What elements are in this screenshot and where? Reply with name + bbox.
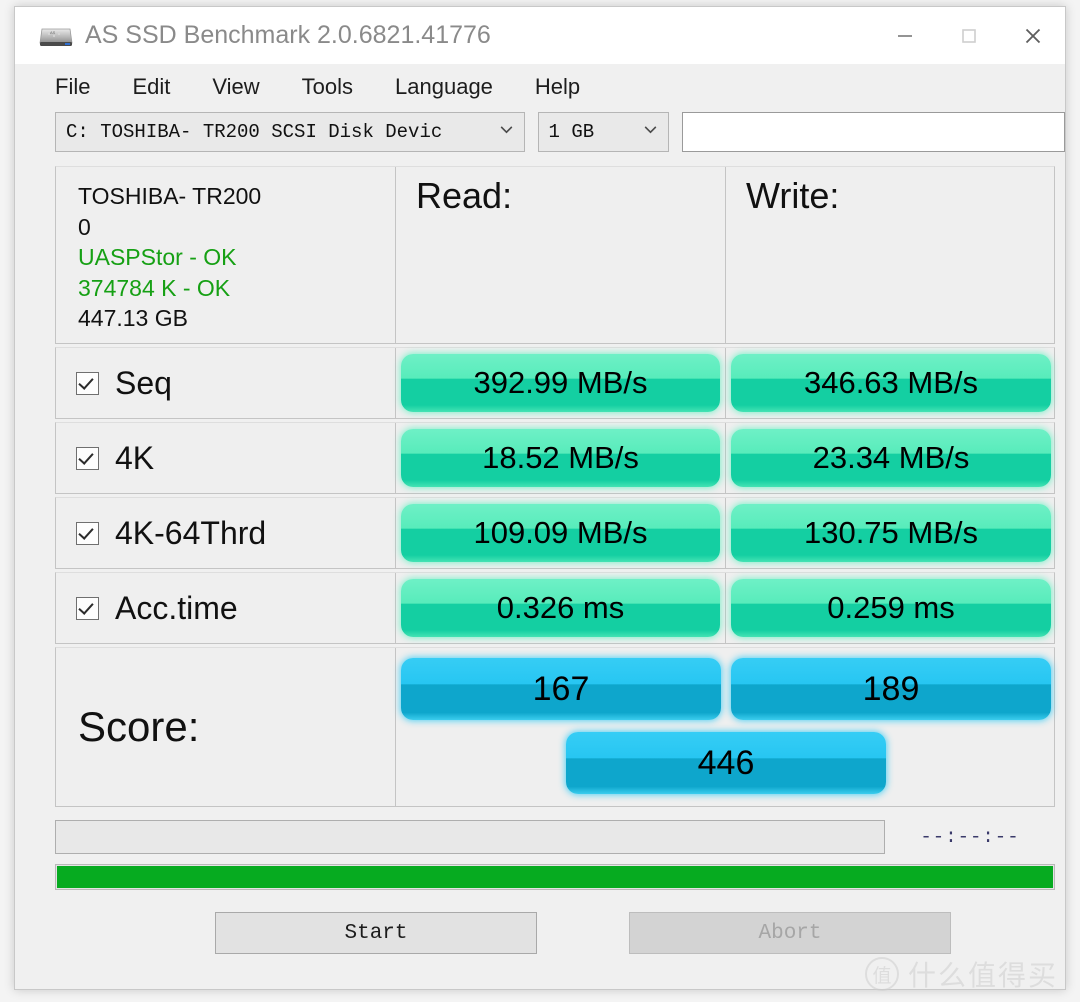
status-row: --:--:-- — [55, 820, 1055, 854]
driver-status: UASPStor - OK — [78, 244, 237, 271]
row-label-4k-64thrd: 4K-64Thrd — [56, 498, 396, 568]
svg-text:AS: AS — [50, 30, 56, 35]
watermark-text: 什么值得买 — [907, 960, 1058, 991]
toolbar: C: TOSHIBA- TR200 SCSI Disk Devic 1 GB — [15, 108, 1066, 152]
read-cell-seq: 392.99 MB/s — [396, 348, 726, 418]
drive-model: TOSHIBA- TR200 — [78, 183, 262, 209]
checkbox-4k[interactable] — [76, 446, 99, 470]
table-row: Acc.time 0.326 ms 0.259 ms — [55, 572, 1055, 644]
write-cell-4k-64thrd: 130.75 MB/s — [726, 498, 1056, 568]
status-message-field — [55, 820, 885, 854]
menu-item-file[interactable]: File — [55, 74, 90, 100]
row-label-text: 4K — [115, 439, 155, 476]
results-grid: TOSHIBA- TR200 0 UASPStor - OK 374784 K … — [55, 166, 1055, 807]
read-bar-acc-time: 0.326 ms — [401, 579, 720, 637]
elapsed-time: --:--:-- — [920, 826, 1020, 848]
row-label-text: Acc.time — [115, 589, 238, 626]
screenshot-root: AS AS SSD Benchmark 2.0.6821.41776 File … — [0, 0, 1080, 1002]
info-textbox[interactable] — [682, 112, 1066, 152]
window-title: AS SSD Benchmark 2.0.6821.41776 — [85, 21, 491, 49]
write-bar-acc-time: 0.259 ms — [731, 579, 1051, 637]
write-cell-4k: 23.34 MB/s — [726, 423, 1056, 493]
read-cell-acc-time: 0.326 ms — [396, 573, 726, 643]
size-select[interactable]: 1 GB — [537, 112, 670, 152]
score-label: Score: — [56, 648, 396, 806]
read-cell-4k: 18.52 MB/s — [396, 423, 726, 493]
ssd-drive-icon: AS — [39, 23, 73, 49]
drive-select[interactable]: C: TOSHIBA- TR200 SCSI Disk Devic — [55, 112, 525, 152]
score-bars: 167 189 446 — [396, 648, 1056, 806]
drive-firmware: 0 — [78, 213, 91, 240]
score-bars-top: 167 189 — [401, 658, 1051, 720]
table-row: Seq 392.99 MB/s 346.63 MB/s — [55, 347, 1055, 419]
maximize-icon[interactable] — [937, 7, 1001, 64]
menu-item-tools[interactable]: Tools — [302, 74, 353, 100]
size-select-value: 1 GB — [548, 121, 595, 143]
title-bar: AS AS SSD Benchmark 2.0.6821.41776 — [15, 7, 1065, 64]
chevron-down-icon — [642, 121, 659, 144]
row-label-text: Seq — [115, 364, 172, 401]
write-cell-acc-time: 0.259 ms — [726, 573, 1056, 643]
button-row: Start Abort — [15, 912, 1065, 954]
drive-info-panel: TOSHIBA- TR200 0 UASPStor - OK 374784 K … — [56, 167, 396, 343]
score-write-bar: 189 — [731, 658, 1051, 720]
checkbox-seq[interactable] — [76, 371, 99, 395]
progress-bar-fill — [57, 866, 1053, 888]
abort-button: Abort — [629, 912, 951, 954]
table-row: 4K 18.52 MB/s 23.34 MB/s — [55, 422, 1055, 494]
row-label-seq: Seq — [56, 348, 396, 418]
grid-header-row: TOSHIBA- TR200 0 UASPStor - OK 374784 K … — [55, 166, 1055, 344]
write-column-header: Write: — [746, 175, 840, 216]
row-label-acc-time: Acc.time — [56, 573, 396, 643]
write-cell-seq: 346.63 MB/s — [726, 348, 1056, 418]
menu-item-view[interactable]: View — [212, 74, 259, 100]
menu-item-help[interactable]: Help — [535, 74, 580, 100]
table-row: 4K-64Thrd 109.09 MB/s 130.75 MB/s — [55, 497, 1055, 569]
drive-capacity: 447.13 GB — [78, 305, 188, 332]
score-read-bar: 167 — [401, 658, 721, 720]
app-window: AS AS SSD Benchmark 2.0.6821.41776 File … — [14, 6, 1066, 990]
write-bar-4k-64thrd: 130.75 MB/s — [731, 504, 1051, 562]
read-bar-seq: 392.99 MB/s — [401, 354, 720, 412]
read-cell-4k-64thrd: 109.09 MB/s — [396, 498, 726, 568]
start-button[interactable]: Start — [215, 912, 537, 954]
checkbox-acc-time[interactable] — [76, 596, 99, 620]
write-bar-seq: 346.63 MB/s — [731, 354, 1051, 412]
menu-bar: File Edit View Tools Language Help — [15, 64, 1065, 108]
score-bars-bottom: 446 — [401, 732, 1051, 794]
window-controls — [873, 7, 1065, 64]
row-label-4k: 4K — [56, 423, 396, 493]
close-icon[interactable] — [1001, 7, 1065, 64]
read-bar-4k-64thrd: 109.09 MB/s — [401, 504, 720, 562]
chevron-down-icon — [498, 121, 515, 144]
row-label-text: 4K-64Thrd — [115, 514, 267, 551]
drive-select-value: C: TOSHIBA- TR200 SCSI Disk Devic — [66, 121, 443, 143]
read-bar-4k: 18.52 MB/s — [401, 429, 720, 487]
client-area: File Edit View Tools Language Help C: TO… — [15, 64, 1066, 989]
checkbox-4k-64thrd[interactable] — [76, 521, 99, 545]
menu-item-language[interactable]: Language — [395, 74, 493, 100]
read-column-header: Read: — [396, 167, 726, 343]
watermark-logo-icon: 值 — [864, 957, 899, 991]
score-total-bar: 446 — [566, 732, 886, 794]
alignment-status: 374784 K - OK — [78, 274, 231, 301]
write-bar-4k: 23.34 MB/s — [731, 429, 1051, 487]
minimize-icon[interactable] — [873, 7, 937, 64]
menu-item-edit[interactable]: Edit — [132, 74, 170, 100]
watermark: 值 什么值得买 — [864, 954, 1058, 994]
score-row: Score: 167 189 446 — [55, 647, 1055, 807]
progress-bar — [55, 864, 1055, 890]
